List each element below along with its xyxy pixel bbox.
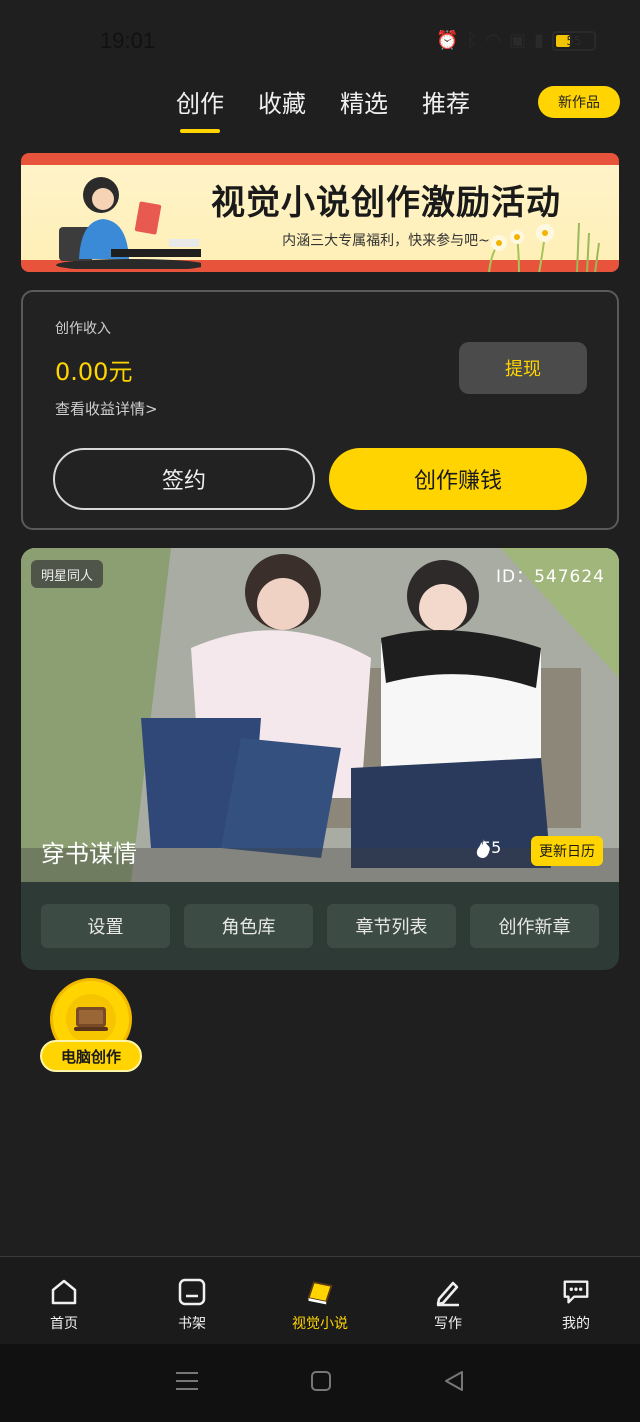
nav-bookshelf-label: 书架 — [178, 1316, 206, 1332]
nav-write[interactable]: 写作 — [384, 1257, 512, 1344]
tab-recommended[interactable]: 推荐 — [422, 84, 470, 133]
category-tag: 明星同人 — [31, 560, 104, 588]
visual-novel-icon — [305, 1277, 335, 1307]
hd-icon: ▣ — [509, 30, 527, 51]
work-cover-image[interactable]: 明星同人 ID：547624 穿书谋情 55 更新日历 — [21, 548, 619, 882]
home-square-icon[interactable] — [309, 1369, 333, 1397]
nav-home[interactable]: 首页 — [0, 1257, 128, 1344]
nav-bookshelf[interactable]: 书架 — [128, 1257, 256, 1344]
income-card: 创作收入 0.00元 查看收益详情> 提现 签约 创作赚钱 — [21, 290, 619, 530]
new-work-button[interactable]: 新作品 — [538, 86, 620, 118]
promo-banner[interactable]: 视觉小说创作激励活动 内涵三大专属福利，快来参与吧~ — [21, 153, 619, 272]
chat-icon — [561, 1277, 591, 1307]
status-icons: ⏰ ᛒ ◠ ▣ ▮ 55 — [436, 30, 596, 51]
new-chapter-button[interactable]: 创作新章 — [470, 904, 599, 948]
create-earn-button[interactable]: 创作赚钱 — [329, 448, 587, 510]
income-detail-link[interactable]: 查看收益详情> — [55, 398, 158, 419]
cover-photo — [21, 548, 619, 882]
settings-button[interactable]: 设置 — [41, 904, 170, 948]
tab-create[interactable]: 创作 — [176, 84, 224, 133]
pc-creation-button[interactable]: 电脑创作 — [40, 978, 142, 1074]
nav-home-label: 首页 — [50, 1316, 78, 1332]
nav-visual-novel-label: 视觉小说 — [292, 1316, 348, 1332]
signal-icon: ▮ — [534, 30, 544, 51]
work-title: 穿书谋情 — [41, 840, 137, 868]
nav-me-label: 我的 — [562, 1316, 590, 1332]
character-library-button[interactable]: 角色库 — [184, 904, 313, 948]
laptop-icon — [66, 994, 116, 1044]
heat-count: 55 — [475, 838, 501, 858]
chapter-list-button[interactable]: 章节列表 — [327, 904, 456, 948]
sign-contract-button[interactable]: 签约 — [53, 448, 315, 510]
home-icon — [49, 1277, 79, 1307]
top-tabs: 创作 收藏 精选 推荐 — [176, 84, 470, 133]
pc-creation-label: 电脑创作 — [40, 1040, 142, 1072]
status-bar: 19:01 ⏰ ᛒ ◠ ▣ ▮ 55 — [0, 0, 640, 86]
back-icon[interactable] — [442, 1369, 466, 1397]
withdraw-button[interactable]: 提现 — [459, 342, 587, 394]
alarm-icon: ⏰ — [436, 30, 459, 51]
nav-me[interactable]: 我的 — [512, 1257, 640, 1344]
menu-icon[interactable] — [174, 1370, 200, 1396]
bottom-nav: 首页 书架 视觉小说 写作 我的 — [0, 1256, 640, 1344]
nav-visual-novel[interactable]: 视觉小说 — [256, 1257, 384, 1344]
work-actions: 设置 角色库 章节列表 创作新章 — [41, 904, 599, 948]
tab-favorites[interactable]: 收藏 — [258, 84, 306, 133]
banner-flowers — [488, 222, 600, 272]
bluetooth-icon: ᛒ — [466, 30, 478, 51]
nav-write-label: 写作 — [434, 1316, 462, 1332]
status-time: 19:01 — [100, 28, 156, 53]
tab-featured[interactable]: 精选 — [340, 84, 388, 133]
pencil-icon — [433, 1277, 463, 1307]
work-id: ID：547624 — [496, 567, 605, 587]
income-label: 创作收入 — [55, 321, 111, 337]
system-nav-bar — [0, 1344, 640, 1422]
income-value: 0.00元 — [55, 358, 133, 386]
battery-icon: 55 — [552, 30, 596, 51]
update-calendar-button[interactable]: 更新日历 — [531, 836, 603, 866]
work-card: 明星同人 ID：547624 穿书谋情 55 更新日历 设置 角色库 章节列表 … — [21, 548, 619, 970]
bookshelf-icon — [177, 1277, 207, 1307]
wifi-icon: ◠ — [485, 30, 502, 51]
